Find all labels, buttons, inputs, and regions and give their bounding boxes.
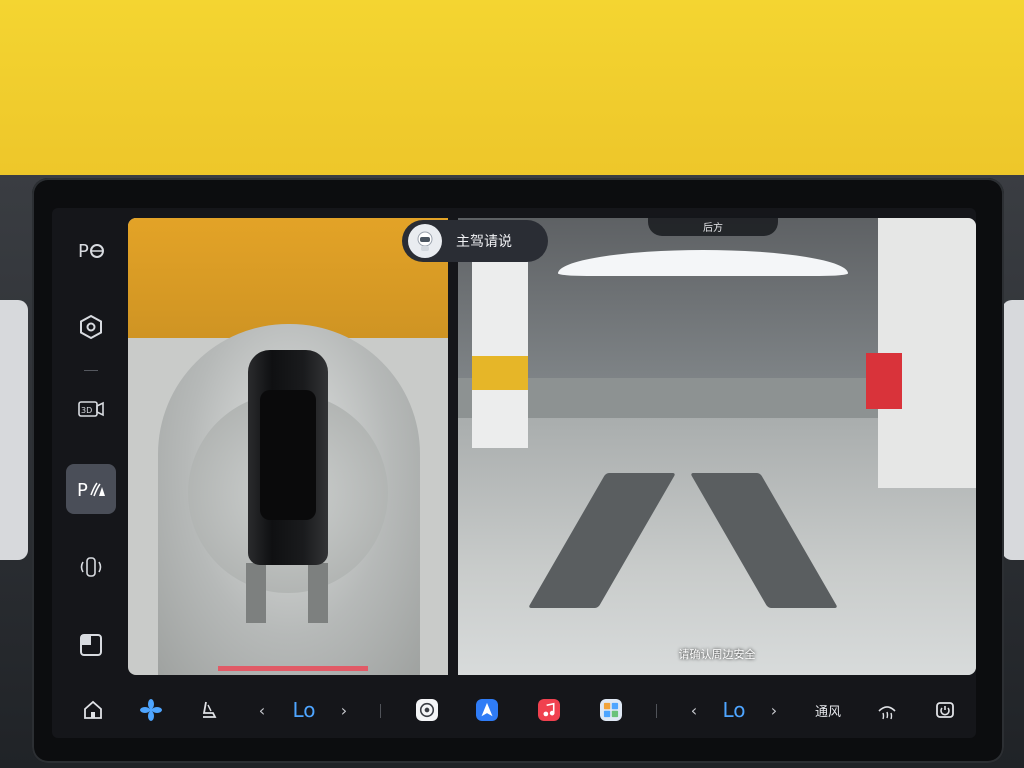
navigation-app-icon (476, 699, 498, 721)
music-app-icon (538, 699, 560, 721)
garage-pillar (472, 258, 528, 448)
parking-steering-icon: P (78, 241, 104, 262)
rear-view-label: 后方 (648, 216, 778, 236)
wheel-stop-left (246, 563, 266, 623)
svg-text:3D: 3D (81, 406, 92, 415)
app-music[interactable] (534, 692, 564, 728)
right-temp-decrease[interactable]: ‹ (684, 692, 704, 728)
seat-button[interactable] (196, 692, 222, 728)
right-temperature: Lo (722, 698, 746, 722)
nav-car-view[interactable] (66, 542, 116, 592)
voice-prompt: 主驾请说 (456, 234, 512, 250)
bird-view-top-area (128, 218, 448, 338)
dash-trim-left (0, 300, 28, 560)
app-camera[interactable] (412, 692, 442, 728)
surround-view-panel[interactable] (128, 218, 448, 675)
app-navigation[interactable] (472, 692, 502, 728)
safety-caution-text: 请确认周边安全 (678, 648, 756, 661)
assistant-avatar-icon (408, 224, 442, 258)
bird-view-marker (218, 666, 368, 671)
vehicle-roof (260, 390, 316, 520)
3d-camera-icon: 3D (78, 401, 104, 417)
nav-settings[interactable] (66, 302, 116, 352)
svg-text:P: P (78, 241, 89, 262)
rear-camera-panel[interactable] (458, 218, 976, 675)
home-icon (84, 700, 102, 719)
dock-divider (656, 704, 657, 718)
left-temp-increase[interactable]: › (334, 692, 354, 728)
power-button[interactable] (932, 692, 958, 728)
nav-parking-assist[interactable]: P (66, 226, 116, 276)
power-screen-icon (936, 702, 954, 718)
bottom-dock: ‹ Lo › ‹ Lo › 通风 (52, 682, 976, 738)
vehicle-model (248, 350, 328, 565)
side-nav: P 3D P (52, 208, 124, 678)
svg-text:P: P (77, 480, 88, 501)
voice-assistant-pill[interactable]: 主驾请说 (402, 220, 548, 262)
fire-hydrant-box (866, 353, 902, 409)
dock-divider (380, 704, 381, 718)
left-temp-decrease[interactable]: ‹ (252, 692, 272, 728)
right-temp-increase[interactable]: › (764, 692, 784, 728)
ventilation-button[interactable]: 通风 (808, 692, 848, 728)
hexagon-settings-icon (80, 314, 102, 340)
left-temperature: Lo (292, 698, 316, 722)
background-wall (0, 0, 1024, 180)
nav-divider (84, 370, 98, 371)
nav-3d-view[interactable]: 3D (66, 384, 116, 434)
parking-radar-icon: P (77, 480, 105, 501)
car-sensor-icon (80, 557, 102, 577)
defrost-button[interactable] (874, 692, 900, 728)
rear-defrost-icon (878, 706, 896, 720)
pillar-yellow-band (472, 356, 528, 390)
home-button[interactable] (80, 692, 106, 728)
split-screen-icon (80, 634, 102, 656)
infotainment-screen: P 3D P 后方 请确认周边安全 主驾请说 ‹ Lo › ‹ Lo › 通风 (52, 208, 976, 738)
dash-trim-right (1002, 300, 1024, 560)
app-grid-icon (600, 699, 622, 721)
fan-icon (140, 699, 162, 721)
fan-button[interactable] (138, 692, 164, 728)
app-launcher[interactable] (596, 692, 626, 728)
nav-split-view[interactable] (66, 620, 116, 670)
nav-parking-radar[interactable]: P (66, 464, 116, 514)
camera-app-icon (416, 699, 438, 721)
wheel-stop-right (308, 563, 328, 623)
seat-icon (202, 701, 217, 718)
